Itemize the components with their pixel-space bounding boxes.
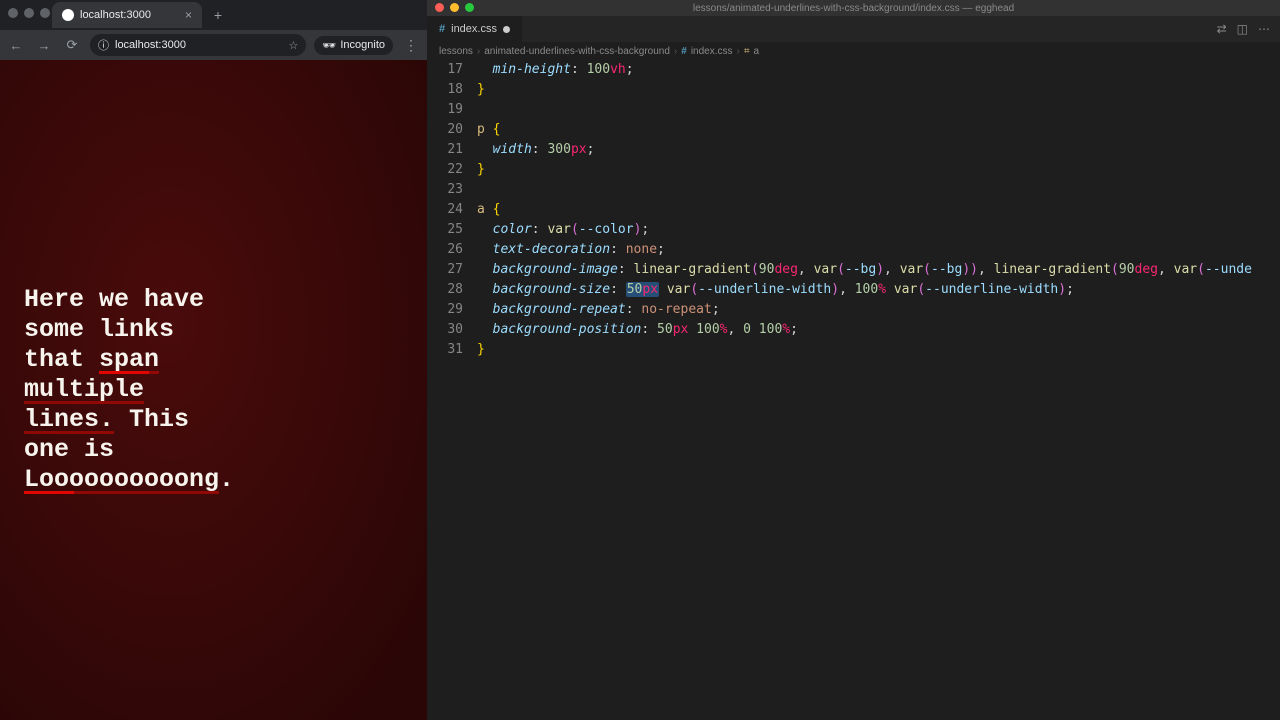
page-viewport: Here we have some links that span multip… [0, 60, 427, 720]
editor-tab-name: index.css [451, 23, 497, 35]
chevron-right-icon: › [674, 46, 677, 57]
browser-toolbar: ← → ⟳ ⓘ localhost:3000 ☆ 🕶 Incognito ⋮ [0, 30, 427, 60]
demo-paragraph: Here we have some links that span multip… [24, 285, 239, 495]
split-editor-icon[interactable]: ◫ [1237, 22, 1248, 36]
reload-button[interactable]: ⟳ [62, 35, 82, 55]
zoom-window-button[interactable] [465, 3, 474, 12]
browser-menu-button[interactable]: ⋮ [401, 35, 421, 55]
breadcrumb[interactable]: lessons › animated-underlines-with-css-b… [427, 42, 1280, 60]
code-editor[interactable]: 171819202122232425262728293031 min-heigh… [427, 60, 1280, 720]
incognito-icon: 🕶 [322, 39, 336, 52]
breadcrumb-seg[interactable]: index.css [691, 46, 733, 57]
editor-tab-actions: ⇄ ◫ ⋯ [1217, 16, 1280, 42]
new-tab-button[interactable]: + [208, 5, 228, 25]
more-actions-icon[interactable]: ⋯ [1258, 22, 1270, 36]
breadcrumb-seg[interactable]: a [753, 46, 759, 57]
incognito-label: Incognito [340, 39, 385, 51]
dirty-indicator-icon [503, 26, 510, 33]
incognito-badge[interactable]: 🕶 Incognito [314, 36, 393, 55]
demo-text: . [219, 465, 234, 494]
traffic-dot [8, 8, 18, 18]
breadcrumb-seg[interactable]: animated-underlines-with-css-background [484, 46, 670, 57]
favicon-icon [62, 9, 74, 21]
editor-traffic-lights [435, 3, 474, 12]
demo-link-2[interactable]: Loooooooooong [24, 465, 219, 494]
editor-window: lessons/animated-underlines-with-css-bac… [427, 0, 1280, 720]
compare-icon[interactable]: ⇄ [1217, 22, 1227, 36]
code-content[interactable]: min-height: 100vh;} p { width: 300px;} a… [477, 60, 1280, 720]
back-button[interactable]: ← [6, 35, 26, 55]
browser-window: localhost:3000 × + ← → ⟳ ⓘ localhost:300… [0, 0, 427, 720]
editor-tabs: # index.css ⇄ ◫ ⋯ [427, 16, 1280, 42]
breadcrumb-seg[interactable]: lessons [439, 46, 473, 57]
chevron-right-icon: › [477, 46, 480, 57]
close-window-button[interactable] [435, 3, 444, 12]
browser-tab[interactable]: localhost:3000 × [52, 2, 202, 28]
window-title: lessons/animated-underlines-with-css-bac… [693, 3, 1014, 14]
editor-tab[interactable]: # index.css [427, 16, 523, 42]
css-file-icon: # [681, 46, 687, 57]
css-file-icon: # [439, 23, 445, 35]
url-bar[interactable]: ⓘ localhost:3000 ☆ [90, 34, 306, 56]
chevron-right-icon: › [737, 46, 740, 57]
line-number-gutter: 171819202122232425262728293031 [427, 60, 477, 720]
tab-title: localhost:3000 [80, 9, 151, 21]
browser-traffic-lights [8, 8, 50, 18]
traffic-dot [24, 8, 34, 18]
bookmark-icon[interactable]: ☆ [289, 39, 299, 52]
browser-tabstrip: localhost:3000 × + [0, 0, 427, 30]
site-info-icon[interactable]: ⓘ [98, 37, 109, 53]
url-text: localhost:3000 [115, 39, 186, 51]
close-tab-icon[interactable]: × [185, 8, 192, 22]
selector-icon: ⌗ [744, 46, 750, 57]
traffic-dot [40, 8, 50, 18]
forward-button[interactable]: → [34, 35, 54, 55]
editor-titlebar: lessons/animated-underlines-with-css-bac… [427, 0, 1280, 16]
minimize-window-button[interactable] [450, 3, 459, 12]
